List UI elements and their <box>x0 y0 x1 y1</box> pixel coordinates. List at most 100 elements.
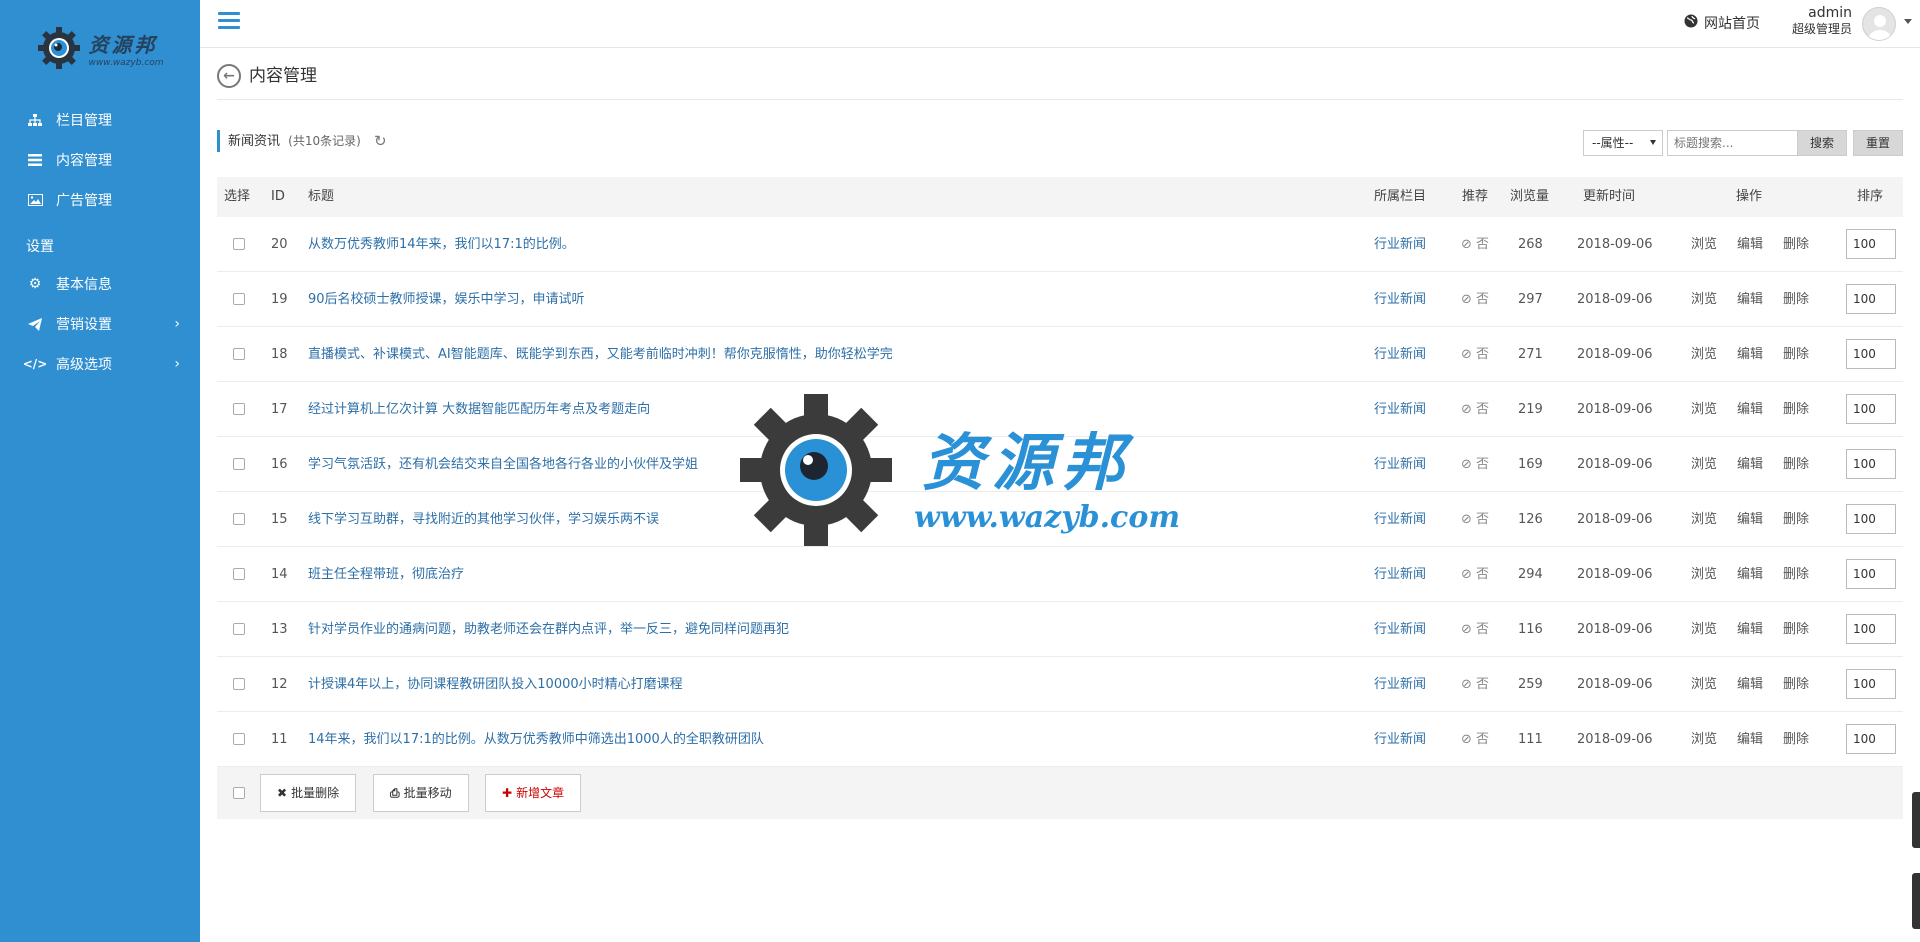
search-button[interactable]: 搜索 <box>1797 130 1847 156</box>
row-checkbox[interactable] <box>233 458 245 470</box>
sidebar-item-columns[interactable]: 栏目管理 <box>0 100 200 140</box>
row-edit-link[interactable]: 编辑 <box>1737 712 1763 767</box>
title-search-input[interactable] <box>1667 130 1799 156</box>
batch-delete-button[interactable]: ✖ 批量删除 <box>260 774 357 812</box>
row-column-link[interactable]: 行业新闻 <box>1374 712 1426 767</box>
row-sort-input[interactable]: 100 <box>1846 339 1896 369</box>
batch-move-button[interactable]: ⎙ 批量移动 <box>373 774 469 812</box>
row-delete-link[interactable]: 删除 <box>1783 657 1809 712</box>
row-recommend-toggle[interactable]: ⊘ 否 <box>1461 547 1489 602</box>
menu-toggle-icon[interactable] <box>218 12 240 32</box>
row-title-link[interactable]: 14年来，我们以17:1的比例。从数万优秀教师中筛选出1000人的全职教研团队 <box>308 712 764 767</box>
row-column-link[interactable]: 行业新闻 <box>1374 217 1426 272</box>
select-all-checkbox[interactable] <box>233 787 245 799</box>
row-edit-link[interactable]: 编辑 <box>1737 272 1763 327</box>
attribute-select[interactable]: --属性-- <box>1583 130 1663 156</box>
row-checkbox[interactable] <box>233 568 245 580</box>
row-title-link[interactable]: 计授课4年以上，协同课程教研团队投入10000小时精心打磨课程 <box>308 657 683 712</box>
row-title-link[interactable]: 直播模式、补课模式、AI智能题库、既能学到东西，又能考前临时冲刺！帮你克服惰性，… <box>308 327 893 382</box>
row-recommend-toggle[interactable]: ⊘ 否 <box>1461 712 1489 767</box>
site-home-link[interactable]: 网站首页 <box>1684 13 1760 33</box>
row-column-link[interactable]: 行业新闻 <box>1374 272 1426 327</box>
row-edit-link[interactable]: 编辑 <box>1737 382 1763 437</box>
logo[interactable]: 资源邦 www.wazyb.com <box>0 0 200 96</box>
row-delete-link[interactable]: 删除 <box>1783 437 1809 492</box>
sidebar-item-content[interactable]: 内容管理 <box>0 140 200 180</box>
row-delete-link[interactable]: 删除 <box>1783 602 1809 657</box>
row-sort-input[interactable]: 100 <box>1846 394 1896 424</box>
sidebar-item-basic-info[interactable]: ⚙ 基本信息 <box>0 264 200 304</box>
row-recommend-toggle[interactable]: ⊘ 否 <box>1461 657 1489 712</box>
row-recommend-toggle[interactable]: ⊘ 否 <box>1461 437 1489 492</box>
row-checkbox[interactable] <box>233 348 245 360</box>
row-browse-link[interactable]: 浏览 <box>1691 712 1717 767</box>
row-edit-link[interactable]: 编辑 <box>1737 602 1763 657</box>
add-article-button[interactable]: ✚ 新增文章 <box>485 774 582 812</box>
row-recommend-toggle[interactable]: ⊘ 否 <box>1461 382 1489 437</box>
row-title-link[interactable]: 经过计算机上亿次计算 大数据智能匹配历年考点及考题走向 <box>308 382 650 437</box>
row-delete-link[interactable]: 删除 <box>1783 712 1809 767</box>
row-edit-link[interactable]: 编辑 <box>1737 217 1763 272</box>
row-browse-link[interactable]: 浏览 <box>1691 327 1717 382</box>
row-recommend-toggle[interactable]: ⊘ 否 <box>1461 492 1489 547</box>
row-browse-link[interactable]: 浏览 <box>1691 217 1717 272</box>
back-arrow-icon[interactable]: ← <box>217 64 241 88</box>
row-recommend-toggle[interactable]: ⊘ 否 <box>1461 217 1489 272</box>
avatar[interactable] <box>1862 7 1896 41</box>
row-edit-link[interactable]: 编辑 <box>1737 437 1763 492</box>
row-delete-link[interactable]: 删除 <box>1783 217 1809 272</box>
row-column-link[interactable]: 行业新闻 <box>1374 657 1426 712</box>
row-delete-link[interactable]: 删除 <box>1783 327 1809 382</box>
row-sort-input[interactable]: 100 <box>1846 504 1896 534</box>
row-checkbox[interactable] <box>233 293 245 305</box>
row-column-link[interactable]: 行业新闻 <box>1374 382 1426 437</box>
row-recommend-toggle[interactable]: ⊘ 否 <box>1461 602 1489 657</box>
row-delete-link[interactable]: 删除 <box>1783 547 1809 602</box>
refresh-icon[interactable]: ↻ <box>374 132 387 150</box>
row-browse-link[interactable]: 浏览 <box>1691 382 1717 437</box>
row-checkbox[interactable] <box>233 403 245 415</box>
row-column-link[interactable]: 行业新闻 <box>1374 602 1426 657</box>
row-browse-link[interactable]: 浏览 <box>1691 602 1717 657</box>
row-sort-input[interactable]: 100 <box>1846 669 1896 699</box>
row-edit-link[interactable]: 编辑 <box>1737 657 1763 712</box>
row-title-link[interactable]: 针对学员作业的通病问题，助教老师还会在群内点评，举一反三，避免同样问题再犯 <box>308 602 789 657</box>
reset-button[interactable]: 重置 <box>1853 130 1903 156</box>
row-sort-input[interactable]: 100 <box>1846 559 1896 589</box>
row-sort-input[interactable]: 100 <box>1846 614 1896 644</box>
row-title-link[interactable]: 线下学习互助群，寻找附近的其他学习伙伴，学习娱乐两不误 <box>308 492 659 547</box>
chevron-down-icon[interactable] <box>1904 19 1912 24</box>
row-browse-link[interactable]: 浏览 <box>1691 437 1717 492</box>
row-recommend-toggle[interactable]: ⊘ 否 <box>1461 272 1489 327</box>
row-title-link[interactable]: 90后名校硕士教师授课，娱乐中学习，申请试听 <box>308 272 585 327</box>
row-sort-input[interactable]: 100 <box>1846 449 1896 479</box>
row-title-link[interactable]: 从数万优秀教师14年来，我们以17:1的比例。 <box>308 217 575 272</box>
row-checkbox[interactable] <box>233 678 245 690</box>
sidebar-item-advanced[interactable]: </> 高级选项 › <box>0 344 200 384</box>
row-recommend-toggle[interactable]: ⊘ 否 <box>1461 327 1489 382</box>
row-delete-link[interactable]: 删除 <box>1783 492 1809 547</box>
sidebar-item-marketing[interactable]: 营销设置 › <box>0 304 200 344</box>
row-column-link[interactable]: 行业新闻 <box>1374 492 1426 547</box>
row-sort-input[interactable]: 100 <box>1846 284 1896 314</box>
row-checkbox[interactable] <box>233 513 245 525</box>
row-delete-link[interactable]: 删除 <box>1783 382 1809 437</box>
row-browse-link[interactable]: 浏览 <box>1691 492 1717 547</box>
side-widget-handle[interactable] <box>1912 873 1920 929</box>
row-sort-input[interactable]: 100 <box>1846 724 1896 754</box>
row-edit-link[interactable]: 编辑 <box>1737 547 1763 602</box>
row-browse-link[interactable]: 浏览 <box>1691 272 1717 327</box>
row-sort-input[interactable]: 100 <box>1846 229 1896 259</box>
row-column-link[interactable]: 行业新闻 <box>1374 327 1426 382</box>
row-title-link[interactable]: 班主任全程带班，彻底治疗 <box>308 547 464 602</box>
row-checkbox[interactable] <box>233 623 245 635</box>
row-column-link[interactable]: 行业新闻 <box>1374 437 1426 492</box>
user-menu[interactable]: admin 超级管理员 <box>1792 5 1852 37</box>
sidebar-item-ads[interactable]: 广告管理 <box>0 180 200 220</box>
row-title-link[interactable]: 学习气氛活跃，还有机会结交来自全国各地各行各业的小伙伴及学姐 <box>308 437 698 492</box>
row-edit-link[interactable]: 编辑 <box>1737 492 1763 547</box>
row-checkbox[interactable] <box>233 733 245 745</box>
row-edit-link[interactable]: 编辑 <box>1737 327 1763 382</box>
row-column-link[interactable]: 行业新闻 <box>1374 547 1426 602</box>
side-widget-handle[interactable] <box>1912 792 1920 848</box>
